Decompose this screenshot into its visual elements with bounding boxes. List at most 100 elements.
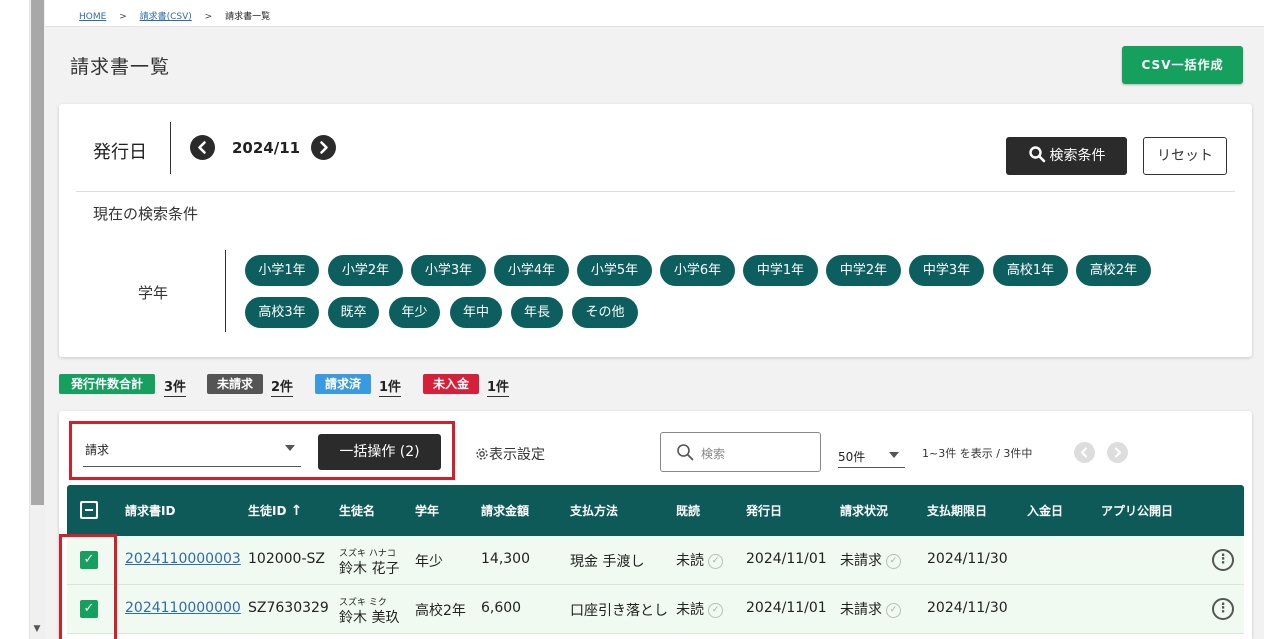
search-input[interactable]: 検索 xyxy=(660,432,821,472)
student-name-text: 鈴木 美玖 xyxy=(339,610,400,626)
breadcrumb-separator: > xyxy=(204,12,213,22)
scrollbar-thumb[interactable] xyxy=(31,0,44,505)
issue-date: 2024/11/01 xyxy=(746,600,827,616)
grade-chip[interactable]: 既卒 xyxy=(328,297,379,328)
breadcrumb-current: 請求書一覧 xyxy=(225,12,271,22)
column-header-read[interactable]: 既読 xyxy=(676,502,700,519)
stat-value-unbilled[interactable]: 2件 xyxy=(271,376,294,397)
next-month-button[interactable] xyxy=(311,135,336,160)
grade-chip[interactable]: 高校3年 xyxy=(245,297,319,328)
bulk-operation-button[interactable]: 一括操作 (2) xyxy=(318,434,441,470)
display-settings-label: 表示設定 xyxy=(489,447,545,463)
scroll-down-arrow-icon[interactable]: ▼ xyxy=(32,624,42,634)
search-icon xyxy=(677,444,694,461)
grade-chip[interactable]: 小学3年 xyxy=(411,255,486,286)
per-page-select[interactable]: 50件 xyxy=(838,442,905,468)
column-header-app-published-date[interactable]: アプリ公開日 xyxy=(1101,502,1173,519)
grade-chip[interactable]: 小学4年 xyxy=(494,255,569,286)
bulk-action-select[interactable]: 請求 xyxy=(83,433,301,467)
grade-chip[interactable]: 年少 xyxy=(389,297,440,328)
column-header-amount[interactable]: 請求金額 xyxy=(481,502,529,519)
grade-chip[interactable]: 中学2年 xyxy=(826,255,901,286)
column-header-payment-method[interactable]: 支払方法 xyxy=(570,502,618,519)
breadcrumb-separator: > xyxy=(119,12,127,22)
grade: 高校2年 xyxy=(415,603,466,619)
read-status: 未読 ✓ xyxy=(676,599,723,619)
column-header-student-id[interactable]: 生徒ID ↑ xyxy=(248,502,302,519)
column-header-grade[interactable]: 学年 xyxy=(415,502,439,519)
grade-chip[interactable]: 中学1年 xyxy=(743,255,818,286)
check-circle-icon: ✓ xyxy=(708,553,723,569)
window-left-edge: ▼ xyxy=(0,0,45,639)
student-name: スズキ ミク 鈴木 美玖 xyxy=(339,598,400,627)
display-settings-button[interactable]: 表示設定 xyxy=(475,444,545,464)
column-header-invoice-id[interactable]: 請求書ID xyxy=(125,502,175,519)
due-date: 2024/11/30 xyxy=(927,600,1008,616)
grade-chip[interactable]: 小学6年 xyxy=(660,255,735,286)
grade-chip[interactable]: 年中 xyxy=(450,297,502,328)
grade-chip[interactable]: 高校2年 xyxy=(1076,255,1151,286)
table-row[interactable]: ✓ 2024110000000 SZ7630329 スズキ ミク 鈴木 美玖 高校… xyxy=(67,585,1244,634)
prev-page-button[interactable] xyxy=(1074,442,1095,463)
search-conditions-button[interactable]: 検索条件 xyxy=(1006,137,1127,175)
stat-value-billed[interactable]: 1件 xyxy=(379,376,402,397)
next-page-button[interactable] xyxy=(1107,442,1128,463)
page-title: 請求書一覧 xyxy=(70,56,171,78)
column-header-student-name[interactable]: 生徒名 xyxy=(339,502,375,519)
column-header-paid-date[interactable]: 入金日 xyxy=(1027,502,1063,519)
highlight-box xyxy=(59,534,117,639)
grade-chip[interactable]: 年長 xyxy=(511,297,563,328)
student-id: SZ7630329 xyxy=(248,600,329,616)
csv-bulk-create-button[interactable]: CSV一括作成 xyxy=(1122,46,1243,84)
grade-chip[interactable]: 高校1年 xyxy=(993,255,1068,286)
reset-button[interactable]: リセット xyxy=(1143,137,1227,175)
grade-chip[interactable]: 小学5年 xyxy=(577,255,652,286)
more-options-icon[interactable]: ⋮ xyxy=(1212,549,1234,571)
minus-icon xyxy=(85,509,93,511)
chevron-left-icon xyxy=(1080,447,1088,458)
invoice-id-link[interactable]: 2024110000003 xyxy=(125,551,241,567)
billing-status: 未請求 ✓ xyxy=(840,550,901,570)
main-content: HOME > 請求書(CSV) > 請求書一覧 請求書一覧 CSV一括作成 発行… xyxy=(45,0,1264,639)
table-row[interactable]: ✓ 2024110000003 102000-SZ スズキ ハナコ 鈴木 花子 年… xyxy=(67,536,1244,585)
bulk-action-select-value: 請求 xyxy=(85,443,110,457)
filter-card: 発行日 2024/11 検索条件 リセット 現在の検索条件 学年 小学1年 小学… xyxy=(59,104,1252,357)
column-header-issue-date[interactable]: 発行日 xyxy=(746,502,782,519)
stat-badge-total: 発行件数合計 xyxy=(59,374,155,394)
grade-chip[interactable]: 中学3年 xyxy=(909,255,984,286)
caret-down-icon xyxy=(889,452,899,458)
breadcrumb-home-link[interactable]: HOME xyxy=(79,12,106,22)
column-header-due-date[interactable]: 支払期限日 xyxy=(927,502,987,519)
table-header: 請求書ID 生徒ID ↑ 生徒名 学年 請求金額 支払方法 既読 発行日 請求状… xyxy=(67,485,1244,536)
student-name-text: 鈴木 花子 xyxy=(339,561,400,577)
breadcrumb-parent-link[interactable]: 請求書(CSV) xyxy=(140,12,192,22)
invoice-list-card: 請求 一括操作 (2) 表示設定 検索 50件 1~3件 を表示 / 3件中 請… xyxy=(59,411,1252,639)
grade-chip[interactable]: 小学1年 xyxy=(245,255,319,286)
chevron-left-icon xyxy=(198,141,206,154)
stat-value-total[interactable]: 3件 xyxy=(164,376,187,397)
read-status-text: 未読 xyxy=(676,602,704,618)
stat-badge-unbilled: 未請求 xyxy=(207,374,263,394)
current-conditions-label: 現在の検索条件 xyxy=(93,205,199,223)
search-icon xyxy=(1028,146,1045,163)
column-header-student-id-label: 生徒ID xyxy=(248,504,287,518)
grade-filter-label: 学年 xyxy=(138,284,169,302)
payment-method: 口座引き落とし xyxy=(570,603,668,619)
divider xyxy=(225,250,226,332)
invoice-id-link[interactable]: 2024110000000 xyxy=(125,600,241,616)
issue-date: 2024/11/01 xyxy=(746,551,827,567)
more-options-icon[interactable]: ⋮ xyxy=(1212,598,1234,620)
column-header-billing-status[interactable]: 請求状況 xyxy=(840,502,888,519)
search-conditions-label: 検索条件 xyxy=(1049,148,1106,164)
prev-month-button[interactable] xyxy=(190,135,215,160)
grade-chip[interactable]: 小学2年 xyxy=(328,255,403,286)
select-all-checkbox[interactable] xyxy=(80,501,98,519)
check-circle-icon: ✓ xyxy=(886,553,901,569)
billing-status-text: 未請求 xyxy=(840,602,882,618)
read-status: 未読 ✓ xyxy=(676,550,723,570)
grade-chip[interactable]: その他 xyxy=(572,297,638,328)
current-month: 2024/11 xyxy=(232,139,301,157)
stat-badge-unpaid: 未入金 xyxy=(423,374,479,394)
chevron-right-icon xyxy=(320,141,328,154)
stat-value-unpaid[interactable]: 1件 xyxy=(487,376,510,397)
